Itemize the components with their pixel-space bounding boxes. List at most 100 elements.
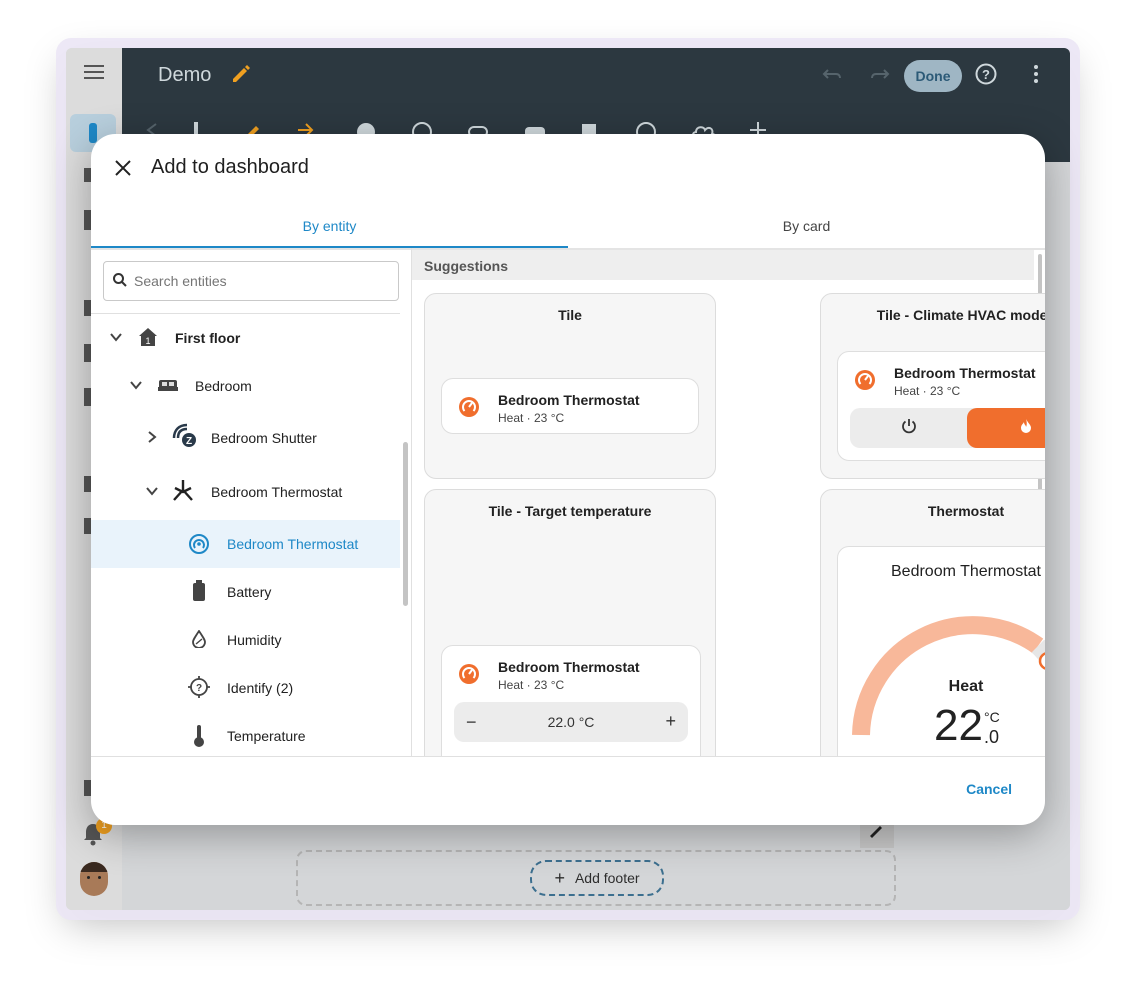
thermostat-icon	[458, 663, 480, 690]
fire-icon	[1019, 418, 1033, 439]
chevron-right-icon[interactable]	[145, 430, 159, 449]
cancel-button[interactable]: Cancel	[966, 781, 1012, 797]
tile-name: Bedroom Thermostat	[894, 365, 1036, 381]
tab-bar: By entity By card	[91, 206, 1045, 250]
svg-text:?: ?	[196, 683, 202, 694]
thermostat-decimal: .0	[984, 727, 1000, 747]
floor-home-icon: 1	[137, 326, 159, 353]
thermostat-icon	[458, 396, 480, 423]
tab-by-card[interactable]: By card	[568, 206, 1045, 246]
tile-state: Heat · 23 °C	[498, 411, 565, 425]
thermostat-icon	[188, 533, 210, 560]
dialog-footer: Cancel	[91, 756, 1045, 825]
more-vert-icon[interactable]	[1024, 62, 1048, 91]
suggestion-card-hvac-modes[interactable]: Tile - Climate HVAC modes Bedroom Thermo…	[820, 293, 1045, 479]
thermostat-icon	[854, 369, 876, 396]
tile-preview: Bedroom Thermostat Heat · 23 °C	[441, 378, 699, 434]
hvac-mode-selector	[850, 408, 1045, 448]
svg-text:Z: Z	[186, 436, 192, 447]
footer-dropzone: + Add footer	[296, 850, 896, 906]
battery-icon	[192, 580, 206, 607]
tree-item-device-thermostat[interactable]: Bedroom Thermostat	[91, 468, 400, 516]
avatar[interactable]	[80, 862, 108, 896]
close-icon[interactable]	[111, 156, 135, 180]
tree-item-label: Battery	[227, 584, 272, 600]
tile-name: Bedroom Thermostat	[498, 392, 640, 408]
tree-item-label: Bedroom Shutter	[211, 430, 317, 446]
tree-item-entity-humidity[interactable]: Humidity	[91, 616, 400, 664]
tree-item-entity-identify[interactable]: ? Identify (2)	[91, 664, 400, 712]
tile-preview: Bedroom Thermostat Heat · 23 °C − 22.0 °…	[441, 645, 701, 756]
tree-item-label: Temperature	[227, 728, 306, 744]
entity-pane: Search entities 1 First floor Bedroom Z …	[91, 248, 412, 756]
done-button[interactable]: Done	[904, 60, 962, 92]
redo-icon[interactable]	[868, 62, 892, 91]
plus-icon: +	[554, 867, 565, 888]
thermostat-name: Bedroom Thermostat	[891, 563, 1041, 580]
bell-icon[interactable]: 1	[82, 818, 112, 851]
tree-item-label: Humidity	[227, 632, 282, 648]
increase-button[interactable]: +	[665, 711, 676, 732]
tree-item-entity-temperature[interactable]: Temperature	[91, 712, 400, 757]
thermostat-value: 22	[934, 701, 983, 750]
add-to-dashboard-dialog: Add to dashboard By entity By card Searc…	[91, 134, 1045, 825]
humidity-icon	[192, 629, 206, 653]
tab-by-entity[interactable]: By entity	[91, 206, 568, 248]
menu-icon[interactable]	[66, 64, 122, 85]
tile-state: Heat · 23 °C	[498, 678, 565, 692]
bed-icon	[157, 376, 179, 399]
card-title: Thermostat	[927, 503, 1005, 519]
thermostat-unit: °C	[984, 709, 1000, 725]
undo-icon[interactable]	[820, 62, 844, 91]
tree-item-label: Bedroom Thermostat	[211, 484, 343, 500]
help-icon[interactable]: ?	[974, 62, 998, 91]
search-input[interactable]: Search entities	[103, 261, 399, 301]
tree-item-entity-thermostat[interactable]: Bedroom Thermostat	[91, 520, 400, 568]
tree-item-label: Identify (2)	[227, 680, 294, 696]
dialog-title: Add to dashboard	[151, 156, 309, 178]
tree-item-floor[interactable]: 1 First floor	[91, 314, 400, 362]
target-temp-stepper: − 22.0 °C +	[454, 702, 688, 742]
suggestions-header: Suggestions	[412, 250, 1034, 280]
mode-heat-button[interactable]	[967, 408, 1045, 448]
entity-tree: 1 First floor Bedroom Z Bedroom Shutter	[91, 313, 400, 757]
card-title: Tile - Climate HVAC modes	[876, 307, 1045, 323]
zwave-icon: Z	[171, 422, 197, 453]
thermometer-icon	[193, 724, 205, 753]
zigbee-icon	[171, 478, 195, 509]
chevron-down-icon[interactable]	[109, 330, 123, 349]
search-icon	[112, 272, 128, 293]
suggestion-card-tile[interactable]: Tile Bedroom Thermostat Heat · 23 °C	[424, 293, 716, 479]
thermostat-mode: Heat	[948, 678, 984, 695]
edit-title-icon[interactable]	[230, 62, 252, 89]
add-footer-label: Add footer	[574, 870, 640, 886]
suggestion-card-target-temp[interactable]: Tile - Target temperature Bedroom Thermo…	[424, 489, 716, 756]
chevron-down-icon[interactable]	[145, 484, 159, 503]
power-icon	[901, 418, 917, 439]
tree-item-device-shutter[interactable]: Z Bedroom Shutter	[91, 414, 400, 462]
dashboard-title: Demo	[158, 64, 212, 86]
add-footer-button[interactable]: + Add footer	[530, 860, 664, 896]
svg-text:1: 1	[145, 336, 150, 346]
tree-item-label: Bedroom	[195, 378, 252, 394]
thermostat-preview: Bedroom Thermostat Heat 22 °C .0	[837, 546, 1045, 756]
chevron-down-icon[interactable]	[129, 378, 143, 397]
tree-item-area[interactable]: Bedroom	[91, 362, 400, 410]
svg-text:?: ?	[982, 67, 990, 82]
target-temp-value: 22.0 °C	[547, 714, 595, 730]
card-title: Tile	[558, 307, 582, 323]
identify-icon: ?	[188, 676, 210, 703]
tile-state: Heat · 23 °C	[894, 384, 961, 398]
suggestions-heading: Suggestions	[424, 258, 509, 274]
suggestion-card-thermostat[interactable]: Thermostat Bedroom Thermostat Heat 22 °C…	[820, 489, 1045, 756]
tree-item-label: First floor	[175, 330, 241, 346]
tree-item-entity-battery[interactable]: Battery	[91, 568, 400, 616]
tile-name: Bedroom Thermostat	[498, 659, 640, 675]
search-placeholder: Search entities	[134, 273, 227, 289]
suggestions-pane: Suggestions Tile Bedroom Thermostat Heat…	[412, 248, 1045, 756]
mode-off-button[interactable]	[850, 408, 967, 448]
tree-item-label: Bedroom Thermostat	[227, 536, 359, 552]
tree-scrollbar[interactable]	[403, 442, 408, 606]
card-title: Tile - Target temperature	[488, 503, 652, 519]
tile-preview: Bedroom Thermostat Heat · 23 °C	[837, 351, 1045, 461]
